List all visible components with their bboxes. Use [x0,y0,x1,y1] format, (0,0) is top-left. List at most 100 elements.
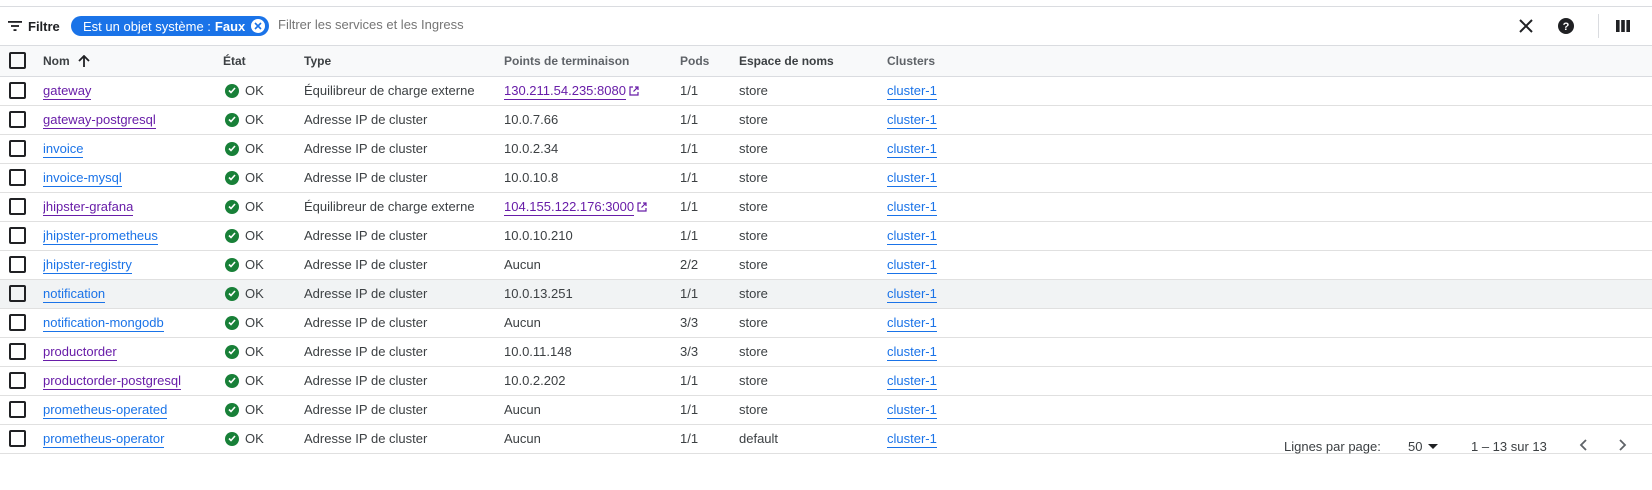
endpoint-cell: 130.211.54.235:8080 [504,76,680,105]
chevron-left-icon[interactable] [1573,435,1593,455]
column-header-namespace[interactable]: Espace de noms [739,46,887,76]
row-checkbox[interactable] [9,82,26,99]
endpoint-link[interactable]: 104.155.122.176:3000 [504,199,635,216]
namespace-cell: store [739,141,768,156]
pods-cell: 1/1 [680,170,699,185]
cluster-link[interactable]: cluster-1 [887,170,937,187]
cluster-link[interactable]: cluster-1 [887,199,937,216]
close-icon[interactable] [1516,16,1536,36]
chip-remove-icon[interactable] [251,19,266,33]
endpoint-cell: Aucun [504,315,541,330]
cluster-link[interactable]: cluster-1 [887,83,937,100]
table-row: notification-mongodb OK Adresse IP de clus… [0,308,1652,337]
service-name-link[interactable]: productorder [43,344,117,361]
service-name-cell: productorder [43,337,223,366]
cluster-link[interactable]: cluster-1 [887,402,937,419]
service-name-cell: gateway-postgresql [43,105,223,134]
service-name-link[interactable]: jhipster-prometheus [43,228,158,245]
check-circle-icon [225,257,239,272]
row-checkbox[interactable] [9,140,26,157]
table-row: invoice OK Adresse IP de cluster 10.0.2.34 1… [0,134,1652,163]
table-row: prometheus-operated OK Adresse IP de clust… [0,395,1652,424]
status-text: OK [245,228,264,243]
column-header-type[interactable]: Type [304,46,504,76]
service-name-link[interactable]: invoice-mysql [43,170,122,187]
namespace-cell: store [739,344,768,359]
type-cell: Équilibreur de charge externe [304,83,475,98]
service-name-cell: jhipster-prometheus [43,221,223,250]
pagination-bar: Lignes par page: 50 1 – 13 sur 13 [0,430,1652,460]
pagination-range: 1 – 13 sur 13 [1471,439,1547,454]
service-name-link[interactable]: prometheus-operated [43,402,168,419]
open-in-new-icon[interactable] [629,86,639,96]
row-checkbox[interactable] [9,285,26,302]
services-table: Nom État Type Points de terminaison Pods… [0,46,1652,454]
service-name-link[interactable]: gateway [43,83,92,100]
filter-chip[interactable]: Est un objet système : Faux [71,16,270,36]
service-name-link[interactable]: notification-mongodb [43,315,164,332]
row-select-cell [0,163,43,192]
check-circle-icon [225,373,239,388]
service-name-link[interactable]: invoice [43,141,84,158]
filter-input[interactable] [278,17,878,32]
column-display-icon[interactable] [1613,16,1633,36]
filter-list-icon [8,21,22,31]
row-checkbox[interactable] [9,343,26,360]
endpoint-cell: 10.0.11.148 [504,344,572,359]
row-checkbox[interactable] [9,372,26,389]
cluster-link[interactable]: cluster-1 [887,344,937,361]
service-name-cell: invoice [43,134,223,163]
row-checkbox[interactable] [9,198,26,215]
type-cell: Adresse IP de cluster [304,373,428,388]
service-name-link[interactable]: notification [43,286,106,303]
cluster-link[interactable]: cluster-1 [887,315,937,332]
type-cell: Adresse IP de cluster [304,112,428,127]
endpoint-cell: Aucun [504,402,541,417]
row-checkbox[interactable] [9,401,26,418]
cluster-cell: cluster-1 [887,308,1652,337]
row-checkbox[interactable] [9,111,26,128]
row-select-cell [0,279,43,308]
chevron-right-icon[interactable] [1613,435,1633,455]
help-icon[interactable]: ? [1556,16,1576,36]
row-checkbox[interactable] [9,169,26,186]
cluster-link[interactable]: cluster-1 [887,228,937,245]
status-text: OK [245,373,264,388]
cluster-link[interactable]: cluster-1 [887,257,937,274]
row-select-cell [0,250,43,279]
service-name-cell: invoice-mysql [43,163,223,192]
select-all-checkbox[interactable] [9,52,26,70]
cluster-cell: cluster-1 [887,221,1652,250]
column-header-status[interactable]: État [223,46,304,76]
filter-label: Filtre [28,18,60,34]
column-header-pods: Pods [680,53,710,68]
arrow-up-icon[interactable] [78,54,90,68]
table-header-row: Nom État Type Points de terminaison Pods… [0,46,1652,76]
rows-per-page-value: 50 [1408,439,1423,454]
rows-per-page-select[interactable]: 50 [1408,439,1439,454]
filter-button[interactable]: Filtre [8,17,60,35]
endpoint-link[interactable]: 130.211.54.235:8080 [504,83,626,100]
service-name-link[interactable]: productorder-postgresql [43,373,182,390]
cluster-link[interactable]: cluster-1 [887,286,937,303]
cluster-link[interactable]: cluster-1 [887,112,937,129]
column-header-name[interactable]: Nom [43,46,223,76]
service-name-link[interactable]: jhipster-registry [43,257,132,274]
cluster-link[interactable]: cluster-1 [887,373,937,390]
cluster-link[interactable]: cluster-1 [887,141,937,158]
open-in-new-icon[interactable] [637,202,647,212]
service-name-link[interactable]: jhipster-grafana [43,199,134,216]
status-cell: OK [223,308,304,337]
row-checkbox[interactable] [9,227,26,244]
pods-cell: 3/3 [680,315,699,330]
row-checkbox[interactable] [9,256,26,273]
type-cell: Adresse IP de cluster [304,402,428,417]
type-cell: Équilibreur de charge externe [304,199,475,214]
cluster-cell: cluster-1 [887,250,1652,279]
row-select-cell [0,308,43,337]
status-text: OK [245,170,264,185]
toolbar-separator [1598,14,1599,38]
status-cell: OK [223,337,304,366]
row-checkbox[interactable] [9,314,26,331]
service-name-link[interactable]: gateway-postgresql [43,112,156,129]
